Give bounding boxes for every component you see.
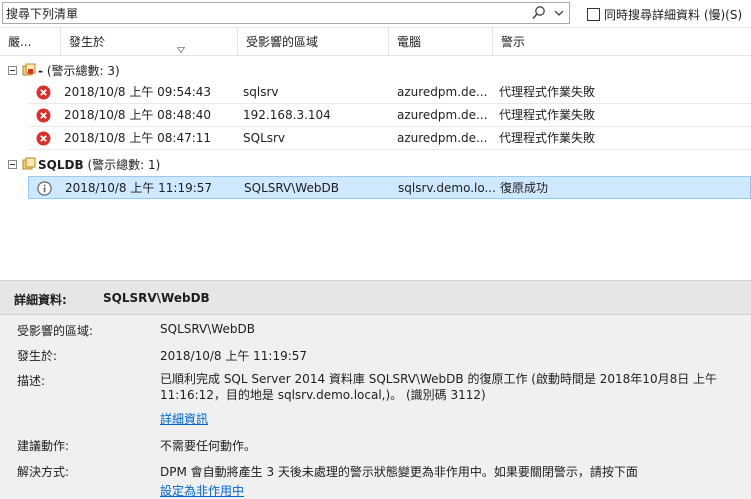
alert-row[interactable]: 2018/10/8 上午 09:54:43 sqlsrv azuredpm.de… xyxy=(28,81,751,104)
collapse-toggle-icon[interactable] xyxy=(8,65,17,75)
details-pane: 詳細資料: SQLSRV\WebDB 受影響的區域: SQLSRV\WebDB … xyxy=(0,280,751,499)
alert-group-count: (警示總數: 1) xyxy=(87,157,161,172)
alert-affected-area: SQLsrv xyxy=(243,131,286,145)
alert-group-label: - (警示總數: 3) xyxy=(38,62,120,79)
alert-group[interactable]: SQLDB (警示總數: 1) xyxy=(0,153,751,175)
alert-message: 代理程式作業失敗 xyxy=(499,85,596,99)
alert-group-icon xyxy=(22,157,36,171)
resolution-value: DPM 會自動將產生 3 天後未處理的警示狀態變更為非作用中。如果要關閉警示，請… xyxy=(160,465,638,479)
alert-row[interactable]: 2018/10/8 上午 08:48:40 192.168.3.104 azur… xyxy=(28,104,751,127)
alert-occurred: 2018/10/8 上午 09:54:43 xyxy=(64,85,212,99)
alert-group-count: (警示總數: 3) xyxy=(46,63,120,78)
resolution-label: 解決方式: xyxy=(17,465,70,479)
info-icon xyxy=(37,181,52,196)
search-icon[interactable] xyxy=(531,5,547,21)
alert-affected-area: sqlsrv xyxy=(243,85,279,99)
alert-affected-area: SQLSRV\WebDB xyxy=(244,181,339,195)
alert-occurred: 2018/10/8 上午 08:47:11 xyxy=(64,131,212,145)
alert-group-icon xyxy=(22,63,36,77)
search-box[interactable] xyxy=(2,2,570,24)
chevron-down-icon[interactable] xyxy=(553,7,565,19)
alert-occurred: 2018/10/8 上午 11:19:57 xyxy=(65,181,213,195)
affected-area-value: SQLSRV\WebDB xyxy=(160,322,255,336)
error-icon xyxy=(36,131,51,146)
details-header-value: SQLSRV\WebDB xyxy=(103,291,210,305)
occurred-value: 2018/10/8 上午 11:19:57 xyxy=(160,349,308,363)
alert-computer: sqlsrv.demo.lo... xyxy=(398,181,496,195)
search-details-option[interactable]: 同時搜尋詳細資料 (慢)(S) xyxy=(587,6,742,22)
alert-affected-area: 192.168.3.104 xyxy=(243,108,331,122)
collapse-toggle-icon[interactable] xyxy=(8,159,17,169)
occurred-label: 發生於: xyxy=(17,349,58,363)
alert-row-selected[interactable]: 2018/10/8 上午 11:19:57 SQLSRV\WebDB sqlsr… xyxy=(28,176,751,199)
alert-group-name: - xyxy=(38,63,43,78)
column-alert[interactable]: 警示 xyxy=(493,28,751,56)
column-computer[interactable]: 電腦 xyxy=(389,28,493,56)
error-icon xyxy=(36,85,51,100)
search-details-label: 同時搜尋詳細資料 (慢)(S) xyxy=(604,7,743,22)
column-occurred-label: 發生於 xyxy=(69,35,106,49)
details-header-label: 詳細資料: xyxy=(14,293,67,307)
alert-computer: azuredpm.de... xyxy=(397,131,488,145)
recommended-action-label: 建議動作: xyxy=(17,439,70,453)
alert-group[interactable]: - (警示總數: 3) xyxy=(0,59,751,81)
alert-occurred: 2018/10/8 上午 08:48:40 xyxy=(64,108,212,122)
description-label: 描述: xyxy=(17,374,46,388)
alert-message: 代理程式作業失敗 xyxy=(499,131,596,145)
recommended-action-value: 不需要任何動作。 xyxy=(160,439,257,453)
search-details-checkbox[interactable] xyxy=(587,7,600,21)
details-header: 詳細資料: SQLSRV\WebDB xyxy=(0,281,751,315)
alert-message: 代理程式作業失敗 xyxy=(499,108,596,122)
column-header-row: 嚴... 發生於 受影響的區域 電腦 警示 xyxy=(0,28,751,56)
column-severity[interactable]: 嚴... xyxy=(0,28,61,56)
affected-area-label: 受影響的區域: xyxy=(17,324,94,338)
more-info-link[interactable]: 詳細資訊 xyxy=(160,410,208,427)
alert-row[interactable]: 2018/10/8 上午 08:47:11 SQLsrv azuredpm.de… xyxy=(28,127,751,150)
set-inactive-link[interactable]: 設定為非作用中 xyxy=(160,482,244,499)
search-bar: 同時搜尋詳細資料 (慢)(S) xyxy=(0,0,751,28)
alert-message: 復原成功 xyxy=(500,181,549,195)
alert-group-label: SQLDB (警示總數: 1) xyxy=(38,156,160,173)
description-value: 已順利完成 SQL Server 2014 資料庫 SQLSRV\WebDB 的… xyxy=(160,372,718,402)
sort-ascending-icon xyxy=(177,35,186,54)
alert-computer: azuredpm.de... xyxy=(397,108,488,122)
alert-group-name: SQLDB xyxy=(38,157,84,172)
error-icon xyxy=(36,108,51,123)
search-input[interactable] xyxy=(6,4,526,22)
column-affected-area[interactable]: 受影響的區域 xyxy=(238,28,389,56)
column-occurred[interactable]: 發生於 xyxy=(61,28,238,56)
alerts-grid: - (警示總數: 3) 2018/10/8 上午 09:54:43 sqlsrv… xyxy=(0,57,751,280)
alert-computer: azuredpm.de... xyxy=(397,85,488,99)
